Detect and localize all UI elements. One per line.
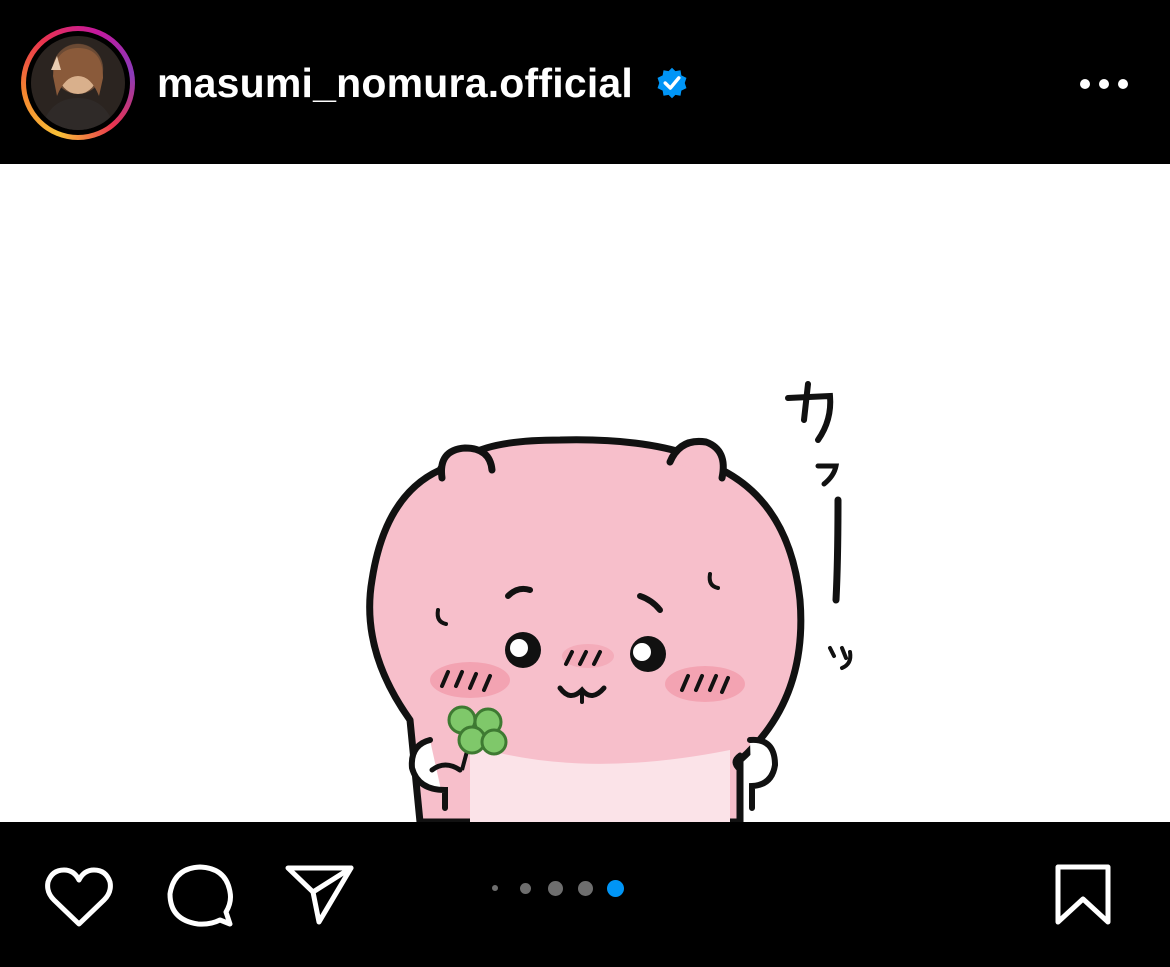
verified-badge-icon bbox=[657, 67, 687, 99]
carousel-dot bbox=[606, 879, 624, 897]
story-ring[interactable] bbox=[21, 26, 135, 140]
bookmark-icon[interactable] bbox=[1055, 864, 1111, 926]
comment-bubble-icon[interactable] bbox=[166, 862, 234, 930]
paper-plane-icon[interactable] bbox=[285, 864, 355, 926]
carousel-dot bbox=[577, 880, 593, 896]
avatar[interactable] bbox=[31, 36, 125, 130]
carousel-dot bbox=[547, 880, 563, 896]
carousel-indicator bbox=[485, 875, 635, 901]
username[interactable]: masumi_nomura.official bbox=[157, 58, 633, 108]
post-image[interactable] bbox=[0, 164, 1170, 822]
character-illustration bbox=[366, 381, 853, 822]
heart-icon[interactable] bbox=[44, 866, 114, 930]
carousel-dot bbox=[492, 885, 498, 891]
carousel-dot bbox=[519, 882, 531, 894]
post-header: masumi_nomura.official bbox=[0, 0, 1170, 164]
more-options-icon[interactable] bbox=[1074, 64, 1134, 104]
